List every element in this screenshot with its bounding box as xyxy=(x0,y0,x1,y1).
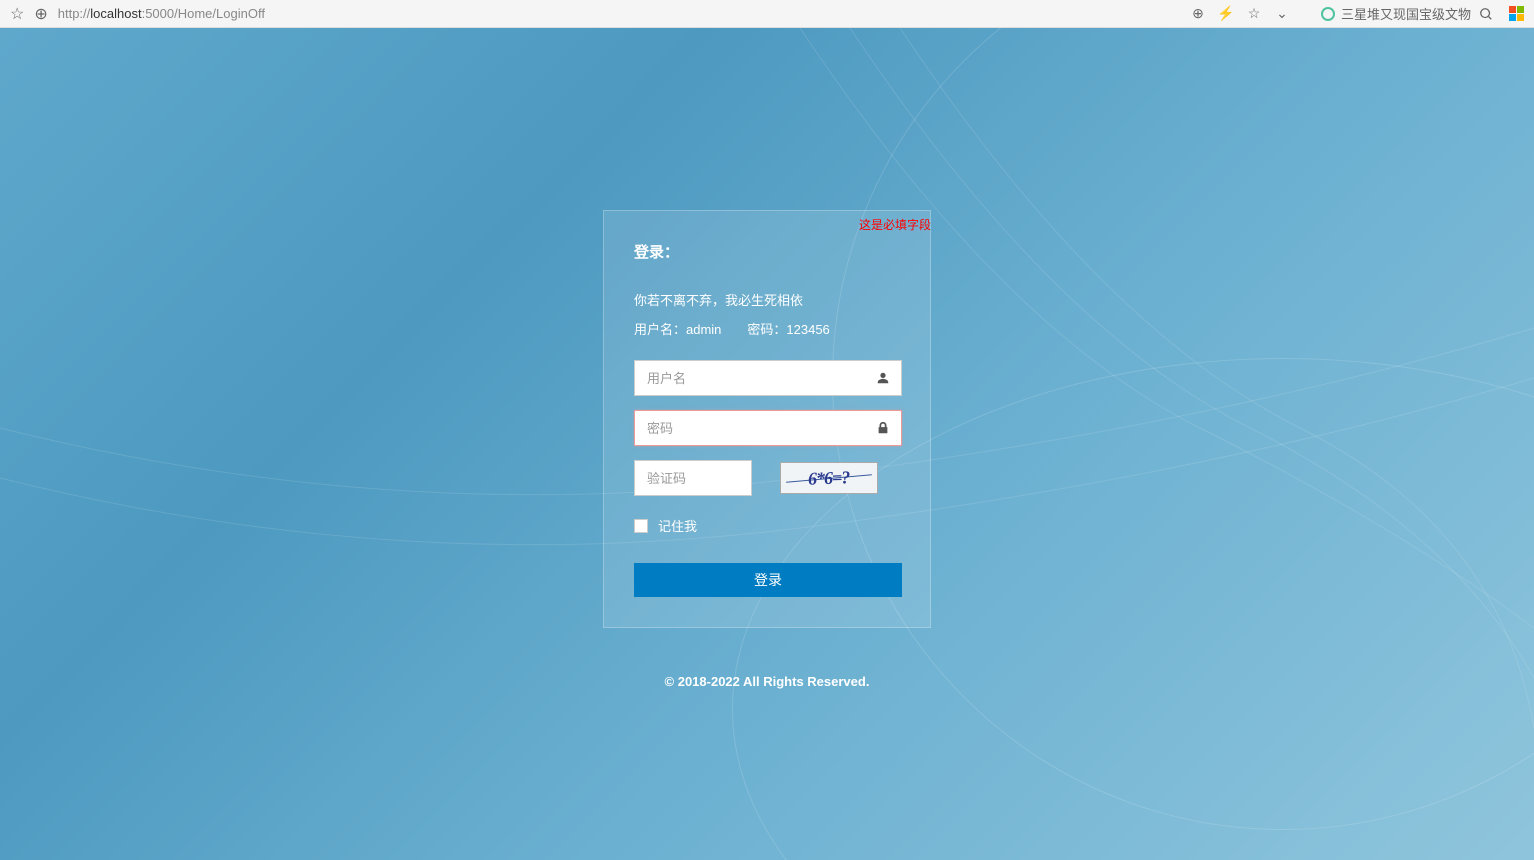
password-input[interactable] xyxy=(635,411,865,445)
url-display[interactable]: http://localhost:5000/Home/LoginOff xyxy=(58,6,265,21)
browser-left-section: ☆ ⊕ http://localhost:5000/Home/LoginOff xyxy=(10,4,1189,24)
favorite-star-icon[interactable]: ☆ xyxy=(10,4,24,24)
security-shield-icon[interactable]: ⊕ xyxy=(34,4,47,24)
bookmark-icon[interactable]: ☆ xyxy=(1245,5,1263,23)
flash-icon[interactable]: ⚡ xyxy=(1217,5,1235,23)
browser-address-bar: ☆ ⊕ http://localhost:5000/Home/LoginOff … xyxy=(0,0,1534,28)
login-credentials-hint: 用户名：admin 密码：123456 xyxy=(634,319,900,338)
remember-me-row: 记住我 xyxy=(634,516,900,535)
password-field-wrapper xyxy=(634,410,902,446)
login-container: 这是必填字段 登录： 你若不离不弃，我必生死相依 用户名：admin 密码：12… xyxy=(603,210,931,628)
captcha-input[interactable] xyxy=(634,460,752,496)
page-background: 这是必填字段 登录： 你若不离不弃，我必生死相依 用户名：admin 密码：12… xyxy=(0,28,1534,860)
url-host: localhost xyxy=(90,6,141,21)
browser-right-section: ⊕ ⚡ ☆ ⌄ 三星堆又现国宝级文物 xyxy=(1189,4,1524,23)
url-prefix: http:// xyxy=(58,6,91,21)
lock-icon xyxy=(865,421,901,435)
zoom-icon[interactable]: ⊕ xyxy=(1189,5,1207,23)
chevron-down-icon[interactable]: ⌄ xyxy=(1273,5,1291,23)
search-icon[interactable] xyxy=(1477,5,1495,23)
microsoft-icon[interactable] xyxy=(1509,6,1524,21)
captcha-text: 6*6=? xyxy=(808,467,850,489)
login-button[interactable]: 登录 xyxy=(634,563,902,597)
login-card: 登录： 你若不离不弃，我必生死相依 用户名：admin 密码：123456 6*… xyxy=(603,210,931,628)
news-headline: 三星堆又现国宝级文物 xyxy=(1341,4,1471,23)
login-subtitle: 你若不离不弃，我必生死相依 xyxy=(634,290,900,309)
news-widget[interactable]: 三星堆又现国宝级文物 xyxy=(1321,4,1524,23)
login-title: 登录： xyxy=(634,241,900,262)
validation-error-message: 这是必填字段 xyxy=(859,216,931,233)
footer-copyright: © 2018-2022 All Rights Reserved. xyxy=(665,674,870,689)
user-icon xyxy=(865,371,901,385)
username-input[interactable] xyxy=(635,361,865,395)
url-path: :5000/Home/LoginOff xyxy=(142,6,265,21)
news-circle-icon xyxy=(1321,7,1335,21)
remember-me-label: 记住我 xyxy=(658,516,697,535)
captcha-image[interactable]: 6*6=? xyxy=(780,462,878,494)
remember-me-checkbox[interactable] xyxy=(634,519,648,533)
username-field-wrapper xyxy=(634,360,902,396)
captcha-row: 6*6=? xyxy=(634,460,900,496)
